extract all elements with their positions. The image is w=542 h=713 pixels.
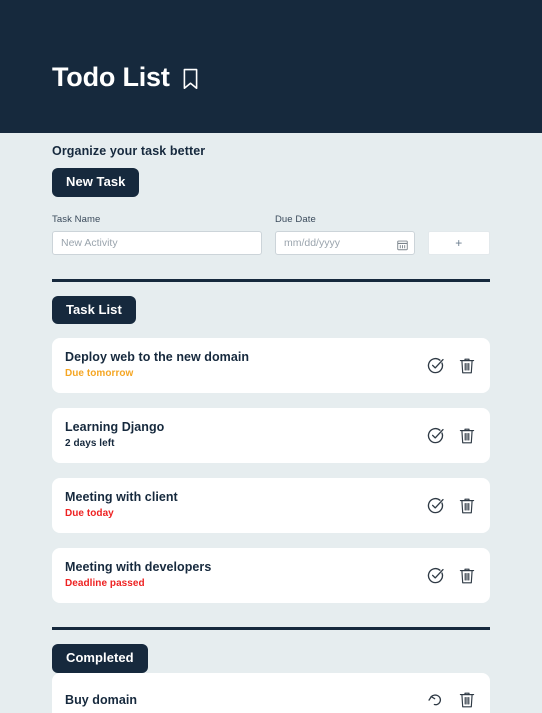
due-date-input[interactable] [274, 230, 415, 255]
trash-icon[interactable] [458, 691, 475, 709]
task-name-label: Task Name [52, 213, 101, 225]
trash-icon[interactable] [458, 567, 475, 585]
task-list: Deploy web to the new domain Due tomorro… [52, 338, 490, 604]
app-title-wrap: Todo List [52, 64, 199, 91]
completed-section-label[interactable]: Completed [52, 644, 148, 673]
main-content: Organize your task better New Task Task … [0, 144, 542, 713]
task-name-field-group: Task Name [52, 214, 262, 255]
task-due-status: Due today [65, 508, 114, 520]
check-circle-icon[interactable] [427, 427, 444, 445]
table-row[interactable]: Buy domain [52, 672, 490, 713]
task-text: Meeting with developers Deadline passed [65, 560, 427, 591]
task-due-status: 2 days left [65, 438, 115, 450]
task-name-input[interactable] [52, 230, 262, 255]
task-text: Buy domain [65, 693, 427, 709]
task-list-section-label[interactable]: Task List [52, 295, 136, 325]
table-row[interactable]: Deploy web to the new domain Due tomorro… [52, 338, 490, 394]
task-list-divider [52, 278, 490, 282]
task-title: Buy domain [65, 692, 138, 707]
completed-divider [52, 627, 490, 631]
intro-heading: Organize your task better [52, 144, 206, 158]
task-actions [427, 357, 475, 375]
undo-icon[interactable] [427, 691, 444, 709]
task-title: Learning Django [65, 420, 165, 435]
task-due-status: Deadline passed [65, 578, 145, 590]
task-actions [427, 427, 475, 445]
table-row[interactable]: Meeting with developers Deadline passed [52, 548, 490, 604]
table-row[interactable]: Meeting with client Due today [52, 478, 490, 534]
trash-icon[interactable] [458, 497, 475, 515]
bookmark-icon [182, 68, 199, 90]
task-actions [427, 691, 475, 709]
add-task-button[interactable]: + [427, 230, 490, 255]
task-due-status: Due tomorrow [65, 368, 134, 380]
task-title: Meeting with client [65, 490, 178, 505]
check-circle-icon[interactable] [427, 567, 444, 585]
due-date-input-wrap [274, 230, 415, 255]
task-text: Meeting with client Due today [65, 490, 427, 521]
task-title: Meeting with developers [65, 560, 212, 575]
due-date-field-group: Due Date [274, 213, 415, 255]
new-task-form: Task Name Due Date + [52, 214, 490, 255]
app-header: Todo List [0, 0, 542, 133]
table-row[interactable]: Learning Django 2 days left [52, 408, 490, 464]
completed-list: Buy domain [52, 672, 490, 713]
task-text: Deploy web to the new domain Due tomorro… [65, 350, 427, 381]
check-circle-icon[interactable] [427, 497, 444, 515]
page-title: Todo List [52, 62, 170, 92]
task-actions [427, 497, 475, 515]
new-task-button[interactable]: New Task [52, 168, 140, 197]
task-actions [427, 567, 475, 585]
task-text: Learning Django 2 days left [65, 420, 427, 451]
check-circle-icon[interactable] [427, 357, 444, 375]
task-title: Deploy web to the new domain [65, 350, 250, 365]
trash-icon[interactable] [458, 357, 475, 375]
trash-icon[interactable] [458, 427, 475, 445]
due-date-label: Due Date [274, 213, 316, 225]
